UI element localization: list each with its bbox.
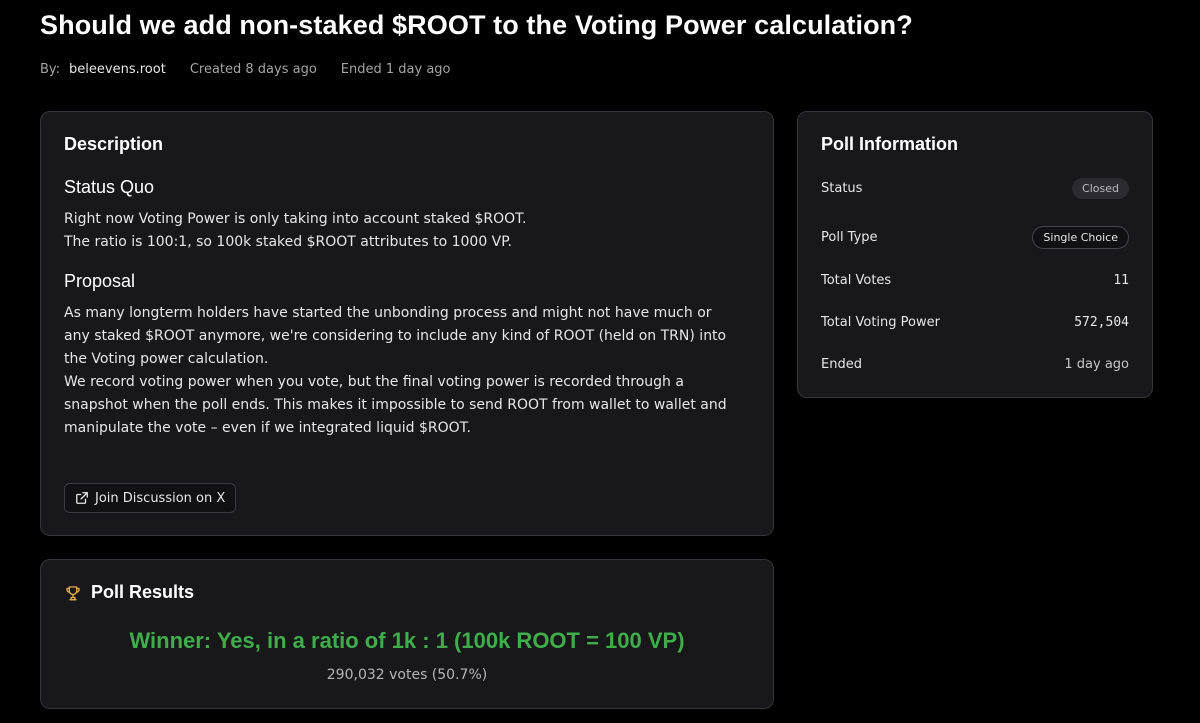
poll-page: Should we add non-staked $ROOT to the Vo… xyxy=(0,0,1200,723)
status-badge: Closed xyxy=(1072,178,1129,199)
status-quo-heading: Status Quo xyxy=(64,177,155,197)
proposal-line: any staked $ROOT anymore, we're consider… xyxy=(64,328,727,344)
proposal-line: snapshot when the poll ends. This makes … xyxy=(64,397,727,413)
poll-title: Should we add non-staked $ROOT to the Vo… xyxy=(40,10,913,40)
proposal-line: We record voting power when you vote, bu… xyxy=(64,374,684,390)
status-quo-text: Right now Voting Power is only taking in… xyxy=(64,208,750,254)
author-label: By: xyxy=(40,62,61,77)
total-votes-row: Total Votes 11 xyxy=(821,273,1129,288)
poll-results-heading: Poll Results xyxy=(91,582,195,602)
ended-row: Ended 1 day ago xyxy=(821,357,1129,372)
external-link-icon xyxy=(75,491,89,505)
ended-time: Ended 1 day ago xyxy=(340,62,451,77)
total-voting-power-value: 572,504 xyxy=(1074,315,1129,330)
poll-results-card: Poll Results Winner: Yes, in a ratio of … xyxy=(40,559,774,709)
proposal-text: As many longterm holders have started th… xyxy=(64,302,750,440)
proposal-heading: Proposal xyxy=(64,271,136,291)
total-voting-power-row: Total Voting Power 572,504 xyxy=(821,315,1129,330)
proposal-line: manipulate the vote – even if we integra… xyxy=(64,420,471,436)
join-discussion-button[interactable]: Join Discussion on X xyxy=(64,483,237,513)
trophy-icon xyxy=(64,584,82,602)
poll-meta: By: beleevens.root Created 8 days ago En… xyxy=(40,62,451,77)
total-votes-value: 11 xyxy=(1113,273,1129,288)
status-quo-line: The ratio is 100:1, so 100k staked $ROOT… xyxy=(64,234,512,250)
ended-value: 1 day ago xyxy=(1064,357,1129,372)
ended-label: Ended xyxy=(821,357,862,372)
poll-information-heading: Poll Information xyxy=(821,134,958,154)
proposal-line: the Voting power calculation. xyxy=(64,351,269,367)
created-time: Created 8 days ago xyxy=(189,62,317,77)
winner-text: Winner: Yes, in a ratio of 1k : 1 (100k … xyxy=(129,628,685,653)
join-discussion-label: Join Discussion on X xyxy=(95,490,226,506)
total-votes-label: Total Votes xyxy=(821,273,892,288)
poll-type-badge: Single Choice xyxy=(1032,226,1129,249)
proposal-line: As many longterm holders have started th… xyxy=(64,305,712,321)
author-name[interactable]: beleevens.root xyxy=(69,62,166,77)
winner-votes: 290,032 votes (50.7%) xyxy=(326,667,488,683)
status-quo-line: Right now Voting Power is only taking in… xyxy=(64,211,527,227)
status-label: Status xyxy=(821,181,863,196)
poll-information-card: Poll Information Status Closed Poll Type… xyxy=(797,111,1153,398)
description-card: Description Status Quo Right now Voting … xyxy=(40,111,774,536)
poll-results-header: Poll Results xyxy=(64,582,750,603)
status-row: Status Closed xyxy=(821,178,1129,199)
poll-type-label: Poll Type xyxy=(821,230,878,245)
poll-type-row: Poll Type Single Choice xyxy=(821,226,1129,249)
description-heading: Description xyxy=(64,134,164,154)
total-voting-power-label: Total Voting Power xyxy=(821,315,940,330)
